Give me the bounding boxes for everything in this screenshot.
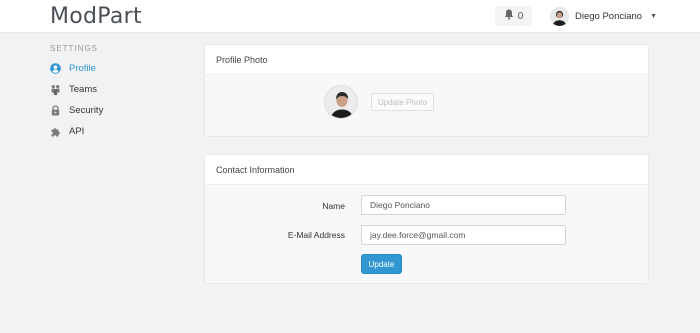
email-label: E-Mail Address: [287, 230, 345, 240]
bell-icon: [504, 9, 514, 23]
avatar: [550, 6, 569, 26]
sidebar-item-api[interactable]: API: [50, 124, 84, 138]
sidebar-item-label: Security: [69, 104, 104, 116]
user-name: Diego Ponciano: [575, 10, 643, 22]
puzzle-icon: [50, 126, 61, 137]
sidebar-item-profile[interactable]: Profile: [50, 61, 96, 75]
notifications-button[interactable]: 0: [495, 6, 532, 26]
users-icon: [50, 84, 61, 95]
sidebar-item-label: API: [69, 125, 85, 137]
email-field[interactable]: jay.dee.force@gmail.com: [361, 225, 566, 245]
profile-photo-panel: Profile Photo Update Photo: [204, 44, 649, 137]
update-photo-button[interactable]: Update Photo: [371, 93, 434, 111]
sidebar-item-label: Teams: [69, 83, 97, 95]
lock-icon: [50, 104, 61, 116]
update-button[interactable]: Update: [361, 254, 402, 274]
panel-title: Contact Information: [205, 155, 648, 185]
caret-down-icon: ▼: [650, 12, 658, 20]
user-menu[interactable]: Diego Ponciano ▼: [550, 5, 657, 27]
name-label: Name: [322, 201, 345, 211]
sidebar-item-label: Profile: [69, 62, 96, 74]
top-navbar: ModPart 0 Diego Ponciano ▼: [0, 0, 700, 33]
panel-title: Profile Photo: [205, 45, 648, 75]
contact-information-panel: Contact Information Name Diego Ponciano …: [204, 154, 649, 284]
user-circle-icon: [50, 62, 61, 74]
notifications-count: 0: [517, 10, 524, 22]
sidebar-item-security[interactable]: Security: [50, 103, 103, 117]
sidebar-heading: SETTINGS: [50, 44, 99, 53]
brand-logo[interactable]: ModPart: [50, 4, 142, 29]
name-field[interactable]: Diego Ponciano: [361, 195, 566, 215]
sidebar-item-teams[interactable]: Teams: [50, 82, 97, 96]
profile-photo: [324, 85, 358, 119]
